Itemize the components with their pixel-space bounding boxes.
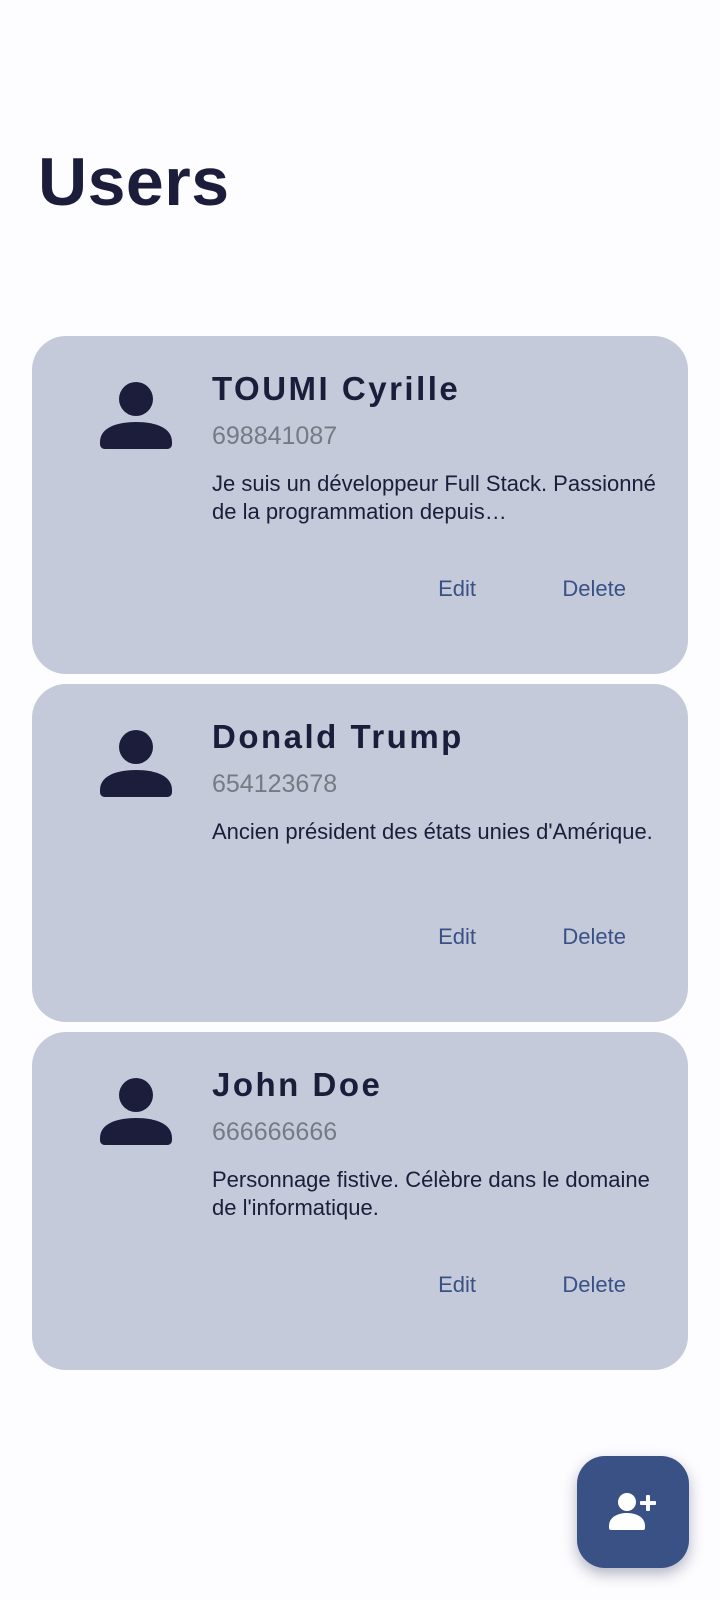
delete-button[interactable]: Delete <box>562 924 626 950</box>
users-screen: Users TOUMI Cyrille 698841087 Je suis un… <box>0 0 720 1600</box>
user-phone: 698841087 <box>212 422 338 450</box>
page-title: Users <box>38 144 230 220</box>
user-list: TOUMI Cyrille 698841087 Je suis un dével… <box>32 336 688 1380</box>
delete-button[interactable]: Delete <box>562 1272 626 1298</box>
person-icon <box>100 1078 172 1150</box>
add-user-button[interactable] <box>577 1456 689 1568</box>
edit-button[interactable]: Edit <box>438 924 476 950</box>
user-phone: 666666666 <box>212 1118 338 1146</box>
user-name: John Doe <box>212 1066 383 1103</box>
user-bio: Ancien président des états unies d'Améri… <box>212 819 653 844</box>
edit-button[interactable]: Edit <box>438 576 476 602</box>
user-phone: 654123678 <box>212 770 338 798</box>
user-card[interactable]: TOUMI Cyrille 698841087 Je suis un dével… <box>32 336 688 674</box>
user-bio: Je suis un développeur Full Stack. Passi… <box>212 471 656 524</box>
person-icon <box>100 382 172 454</box>
person-icon <box>100 730 172 802</box>
add-user-icon <box>609 1488 657 1536</box>
user-name: TOUMI Cyrille <box>212 370 461 407</box>
user-bio: Personnage fistive. Célèbre dans le doma… <box>212 1167 650 1220</box>
user-name: Donald Trump <box>212 718 464 755</box>
delete-button[interactable]: Delete <box>562 576 626 602</box>
user-card[interactable]: John Doe 666666666 Personnage fistive. C… <box>32 1032 688 1370</box>
user-card[interactable]: Donald Trump 654123678 Ancien président … <box>32 684 688 1022</box>
edit-button[interactable]: Edit <box>438 1272 476 1298</box>
